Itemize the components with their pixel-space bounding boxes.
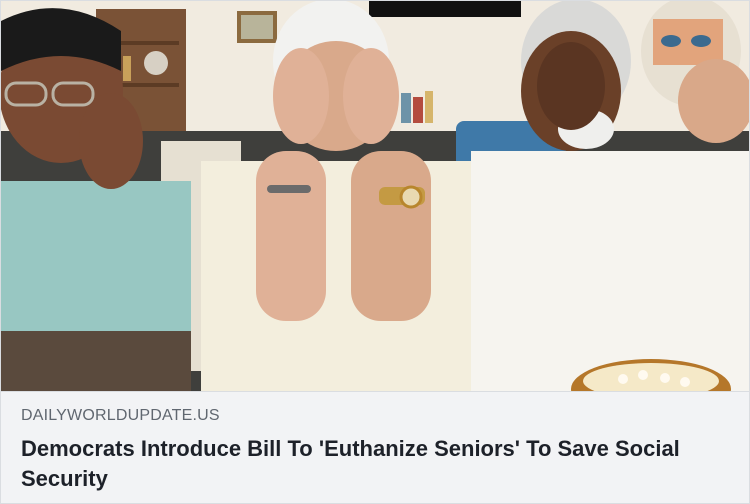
article-image[interactable] — [1, 1, 749, 391]
link-caption[interactable]: DAILYWORLDUPDATE.US Democrats Introduce … — [1, 391, 749, 503]
article-headline[interactable]: Democrats Introduce Bill To 'Euthanize S… — [21, 434, 721, 494]
source-domain: DAILYWORLDUPDATE.US — [21, 407, 220, 424]
photo-seniors-covering-faces-icon — [1, 1, 749, 391]
link-preview-card[interactable]: DAILYWORLDUPDATE.US Democrats Introduce … — [0, 0, 750, 504]
